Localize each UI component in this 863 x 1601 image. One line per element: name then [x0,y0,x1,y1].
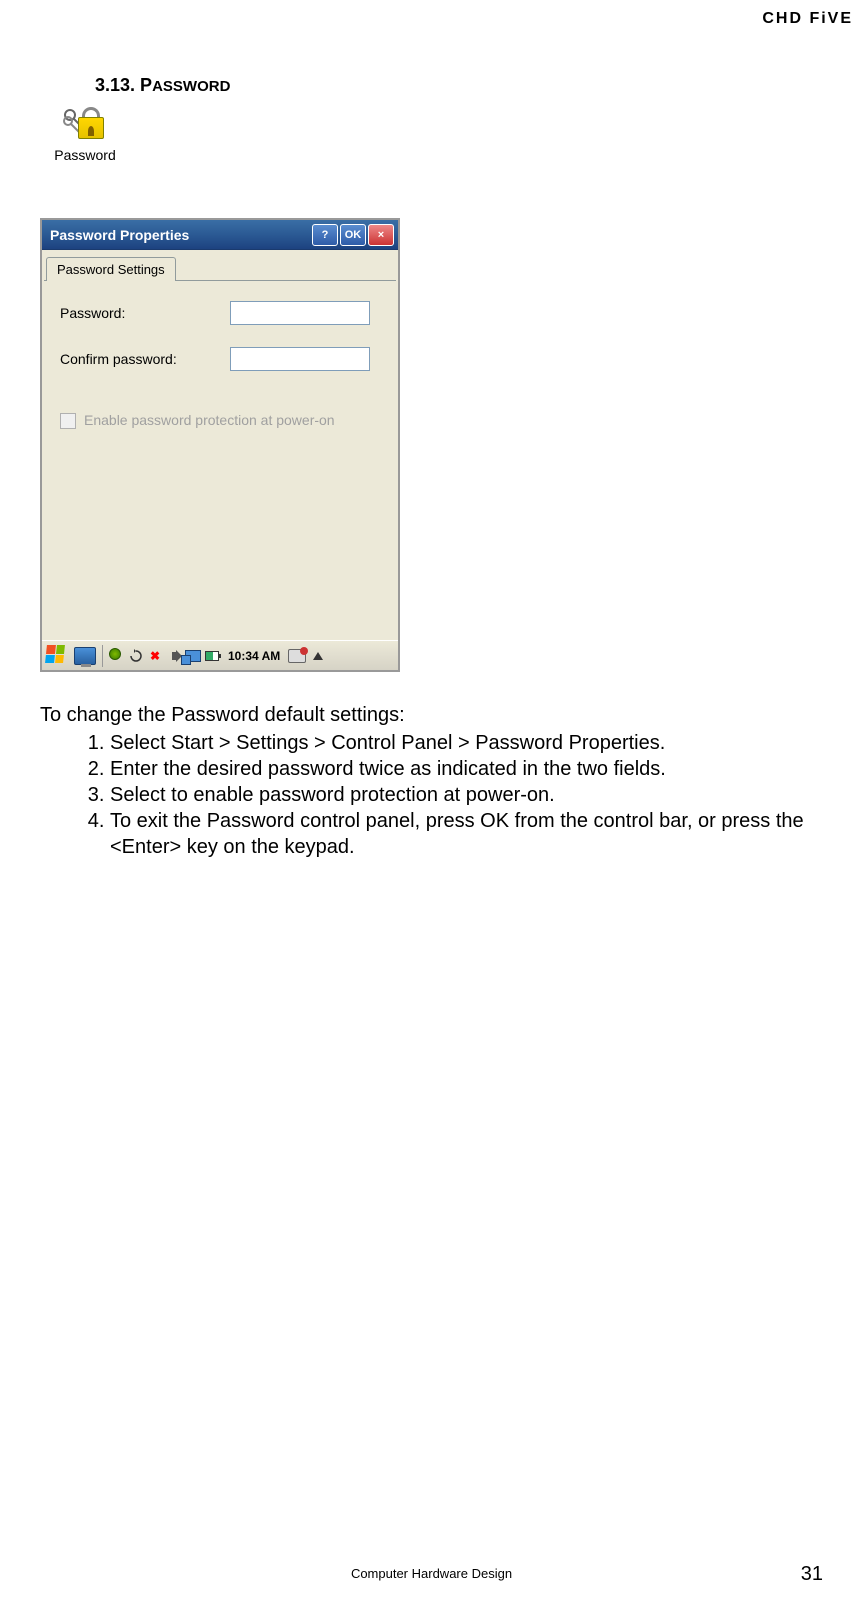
help-button[interactable]: ? [312,224,338,246]
ok-button[interactable]: OK [340,224,366,246]
password-properties-dialog: Password Properties ? OK × Password Sett… [40,218,400,672]
instruction-item: To exit the Password control panel, pres… [110,808,823,860]
taskbar-clock[interactable]: 10:34 AM [228,649,280,663]
password-label: Password: [60,305,230,321]
dialog-title: Password Properties [46,227,310,243]
up-arrow-icon[interactable] [310,648,326,664]
tab-password-settings[interactable]: Password Settings [46,257,176,281]
tray-icons: ✖ [109,648,220,664]
close-button[interactable]: × [368,224,394,246]
tray-divider [102,645,103,667]
section-title-rest: ASSWORD [152,78,230,95]
instructions-list: Select Start > Settings > Control Panel … [40,730,823,860]
password-row: Password: [60,301,380,325]
dialog-titlebar: Password Properties ? OK × [42,220,398,250]
battery-icon[interactable] [204,648,220,664]
tab-panel: Password: Confirm password: Enable passw… [44,280,396,640]
instructions: To change the Password default settings:… [40,702,823,860]
sync-icon[interactable] [109,648,125,664]
footer-text: Computer Hardware Design [0,1566,863,1581]
network-icon[interactable] [185,650,201,662]
confirm-password-label: Confirm password: [60,351,230,367]
enable-protection-checkbox[interactable] [60,413,76,429]
windows-flag-icon [45,645,65,663]
desktop-icon[interactable] [74,647,96,665]
lock-keys-icon [64,101,106,143]
confirm-password-input[interactable] [230,347,370,371]
section-number: 3.13. [95,75,140,95]
password-icon-label: Password [50,147,120,163]
taskbar: ✖ 10:34 AM [42,640,398,670]
confirm-password-row: Confirm password: [60,347,380,371]
enable-protection-label: Enable password protection at power-on [84,411,335,429]
instruction-item: Enter the desired password twice as indi… [110,756,823,782]
keyboard-icon[interactable] [288,649,306,663]
password-icon-block: Password [50,101,120,163]
header-brand: CHD FiVE [762,10,853,28]
enable-protection-row: Enable password protection at power-on [60,411,380,429]
error-icon[interactable]: ✖ [147,648,163,664]
section-title-p: P [140,75,152,95]
instruction-item: Select Start > Settings > Control Panel … [110,730,823,756]
section-heading: 3.13. PASSWORD [95,75,823,96]
speaker-icon[interactable] [166,648,182,664]
refresh-icon[interactable] [128,648,144,664]
start-button[interactable] [46,645,70,667]
page-number: 31 [801,1563,823,1586]
padlock-icon [78,117,104,139]
instructions-intro: To change the Password default settings: [40,702,823,728]
instruction-item: Select to enable password protection at … [110,782,823,808]
password-input[interactable] [230,301,370,325]
tab-row: Password Settings [42,250,398,280]
